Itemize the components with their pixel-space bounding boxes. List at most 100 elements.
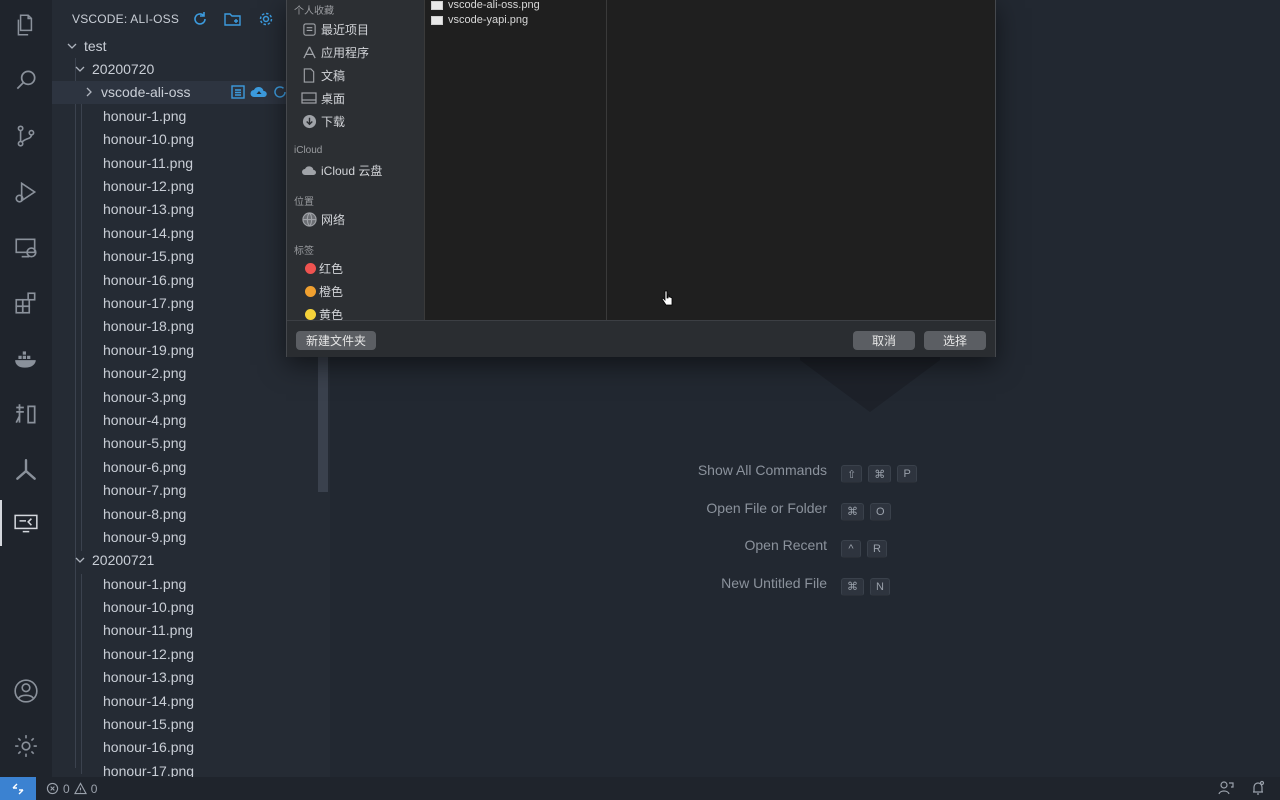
- file-label: honour-1.png: [103, 107, 187, 124]
- tree-file[interactable]: honour-6.png: [52, 455, 318, 478]
- dialog-file-item[interactable]: vscode-yapi.png: [431, 12, 528, 28]
- chevron-down-icon: [72, 61, 88, 77]
- shortcut-label: New Untitled File: [721, 574, 827, 591]
- tree-file[interactable]: honour-3.png: [52, 385, 318, 408]
- refresh-icon[interactable]: [190, 9, 210, 29]
- shortcut-keys: ⌘ N: [841, 577, 890, 596]
- file-label: honour-7.png: [103, 482, 187, 499]
- tree-file[interactable]: honour-15.png: [52, 712, 318, 735]
- sidebar-title: VSCODE: ALI-OSS: [72, 12, 180, 26]
- tree-file[interactable]: honour-11.png: [52, 151, 318, 174]
- tree-file[interactable]: honour-1.png: [52, 104, 318, 127]
- shortcut-label: Open Recent: [744, 537, 828, 553]
- tree-file[interactable]: honour-10.png: [52, 595, 318, 618]
- favorites-item-label: 最近项目: [321, 22, 370, 37]
- icloud-drive-label: iCloud 云盘: [321, 163, 383, 178]
- tag-item[interactable]: 橙色: [301, 281, 343, 301]
- file-label: honour-14.png: [103, 224, 195, 241]
- file-label: honour-11.png: [103, 154, 194, 171]
- source-control-icon[interactable]: [0, 113, 52, 159]
- keycap: ⇧: [841, 465, 863, 483]
- network-item[interactable]: 网络: [301, 209, 345, 229]
- cloud-upload-icon[interactable]: [250, 84, 268, 103]
- tree-file[interactable]: honour-9.png: [52, 525, 318, 548]
- warning-count: 0: [90, 781, 98, 796]
- zhihu-icon[interactable]: [0, 391, 52, 437]
- config-gear-icon[interactable]: [256, 9, 276, 29]
- tree-file[interactable]: honour-7.png: [52, 478, 318, 501]
- tree-file[interactable]: honour-13.png: [52, 666, 318, 689]
- tree-file[interactable]: honour-2.png: [52, 361, 318, 384]
- remote-indicator[interactable]: [0, 777, 36, 800]
- file-tree: test 20200720 vscode-ali-oss honour-1.pn…: [52, 34, 318, 777]
- tree-file[interactable]: honour-16.png: [52, 736, 318, 759]
- error-count: 0: [63, 781, 70, 796]
- tree-file[interactable]: honour-10.png: [52, 128, 318, 151]
- file-label: honour-10.png: [103, 131, 195, 148]
- folder-label: 20200720: [92, 61, 155, 78]
- yapi-icon[interactable]: [0, 447, 52, 493]
- tree-file[interactable]: honour-17.png: [52, 291, 318, 314]
- tag-color-dot-icon: [305, 262, 316, 274]
- file-label: honour-1.png: [103, 575, 187, 592]
- cancel-button[interactable]: 取消: [853, 331, 915, 350]
- remote-explorer-icon[interactable]: [0, 225, 52, 271]
- warning-icon: [73, 782, 87, 795]
- settings-gear-icon[interactable]: [0, 723, 52, 769]
- tree-file[interactable]: honour-8.png: [52, 502, 318, 525]
- icloud-drive-item[interactable]: iCloud 云盘: [301, 160, 382, 180]
- tag-item[interactable]: 红色: [301, 258, 343, 278]
- favorites-item[interactable]: 桌面: [301, 88, 345, 108]
- tree-file[interactable]: honour-14.png: [52, 221, 318, 244]
- file-label: honour-13.png: [103, 669, 195, 686]
- tree-folder-20200721[interactable]: 20200721: [52, 549, 318, 572]
- tree-file[interactable]: honour-19.png: [52, 338, 318, 361]
- account-icon[interactable]: [0, 668, 52, 714]
- tree-file[interactable]: honour-12.png: [52, 642, 318, 665]
- tree-file[interactable]: honour-14.png: [52, 689, 318, 712]
- dialog-file-label: vscode-yapi.png: [448, 14, 529, 26]
- copy-link-icon[interactable]: [230, 84, 246, 103]
- tree-file[interactable]: honour-18.png: [52, 315, 318, 338]
- file-label: honour-8.png: [103, 505, 187, 522]
- file-label: honour-9.png: [103, 528, 187, 545]
- tree-folder-vscode-ali-oss[interactable]: vscode-ali-oss: [52, 80, 318, 105]
- new-folder-icon[interactable]: [223, 9, 243, 29]
- tree-file[interactable]: honour-16.png: [52, 268, 318, 291]
- tree-file[interactable]: honour-1.png: [52, 572, 318, 595]
- run-debug-icon[interactable]: [0, 169, 52, 215]
- docker-icon[interactable]: [0, 336, 52, 382]
- favorites-item[interactable]: 最近项目: [301, 19, 369, 39]
- file-label: honour-14.png: [103, 692, 195, 709]
- tree-file[interactable]: honour-4.png: [52, 408, 318, 431]
- favorites-item[interactable]: 文稿: [301, 65, 345, 85]
- notifications-bell-icon[interactable]: [1250, 780, 1266, 800]
- tree-file[interactable]: honour-15.png: [52, 245, 318, 268]
- tree-file[interactable]: honour-11.png: [52, 619, 318, 642]
- ali-oss-icon[interactable]: [0, 500, 52, 546]
- extensions-icon[interactable]: [0, 280, 52, 326]
- favorites-item[interactable]: 下载: [301, 111, 345, 131]
- file-label: honour-16.png: [103, 271, 195, 288]
- feedback-icon[interactable]: [1218, 780, 1234, 800]
- desktop-icon: [301, 90, 317, 106]
- search-icon[interactable]: [0, 57, 52, 103]
- tree-folder-root[interactable]: test: [52, 34, 318, 57]
- choose-button[interactable]: 选择: [924, 331, 986, 350]
- tree-file[interactable]: honour-17.png: [52, 759, 318, 777]
- tree-file[interactable]: honour-13.png: [52, 198, 318, 221]
- tree-folder-20200720[interactable]: 20200720: [52, 57, 318, 80]
- file-label: honour-19.png: [103, 341, 195, 358]
- error-icon: [46, 782, 59, 795]
- problems-indicator[interactable]: 0 0: [46, 782, 97, 796]
- tree-file[interactable]: honour-5.png: [52, 432, 318, 455]
- dialog-preview-column: [607, 0, 995, 320]
- favorites-item[interactable]: 应用程序: [301, 42, 369, 62]
- dialog-file-label: vscode-ali-oss.png: [448, 0, 540, 11]
- new-folder-button[interactable]: 新建文件夹: [296, 331, 377, 350]
- tag-label: 橙色: [319, 284, 344, 299]
- file-label: honour-2.png: [103, 365, 187, 382]
- documents-icon: [301, 67, 317, 83]
- explorer-icon[interactable]: [0, 2, 52, 48]
- tree-file[interactable]: honour-12.png: [52, 174, 318, 197]
